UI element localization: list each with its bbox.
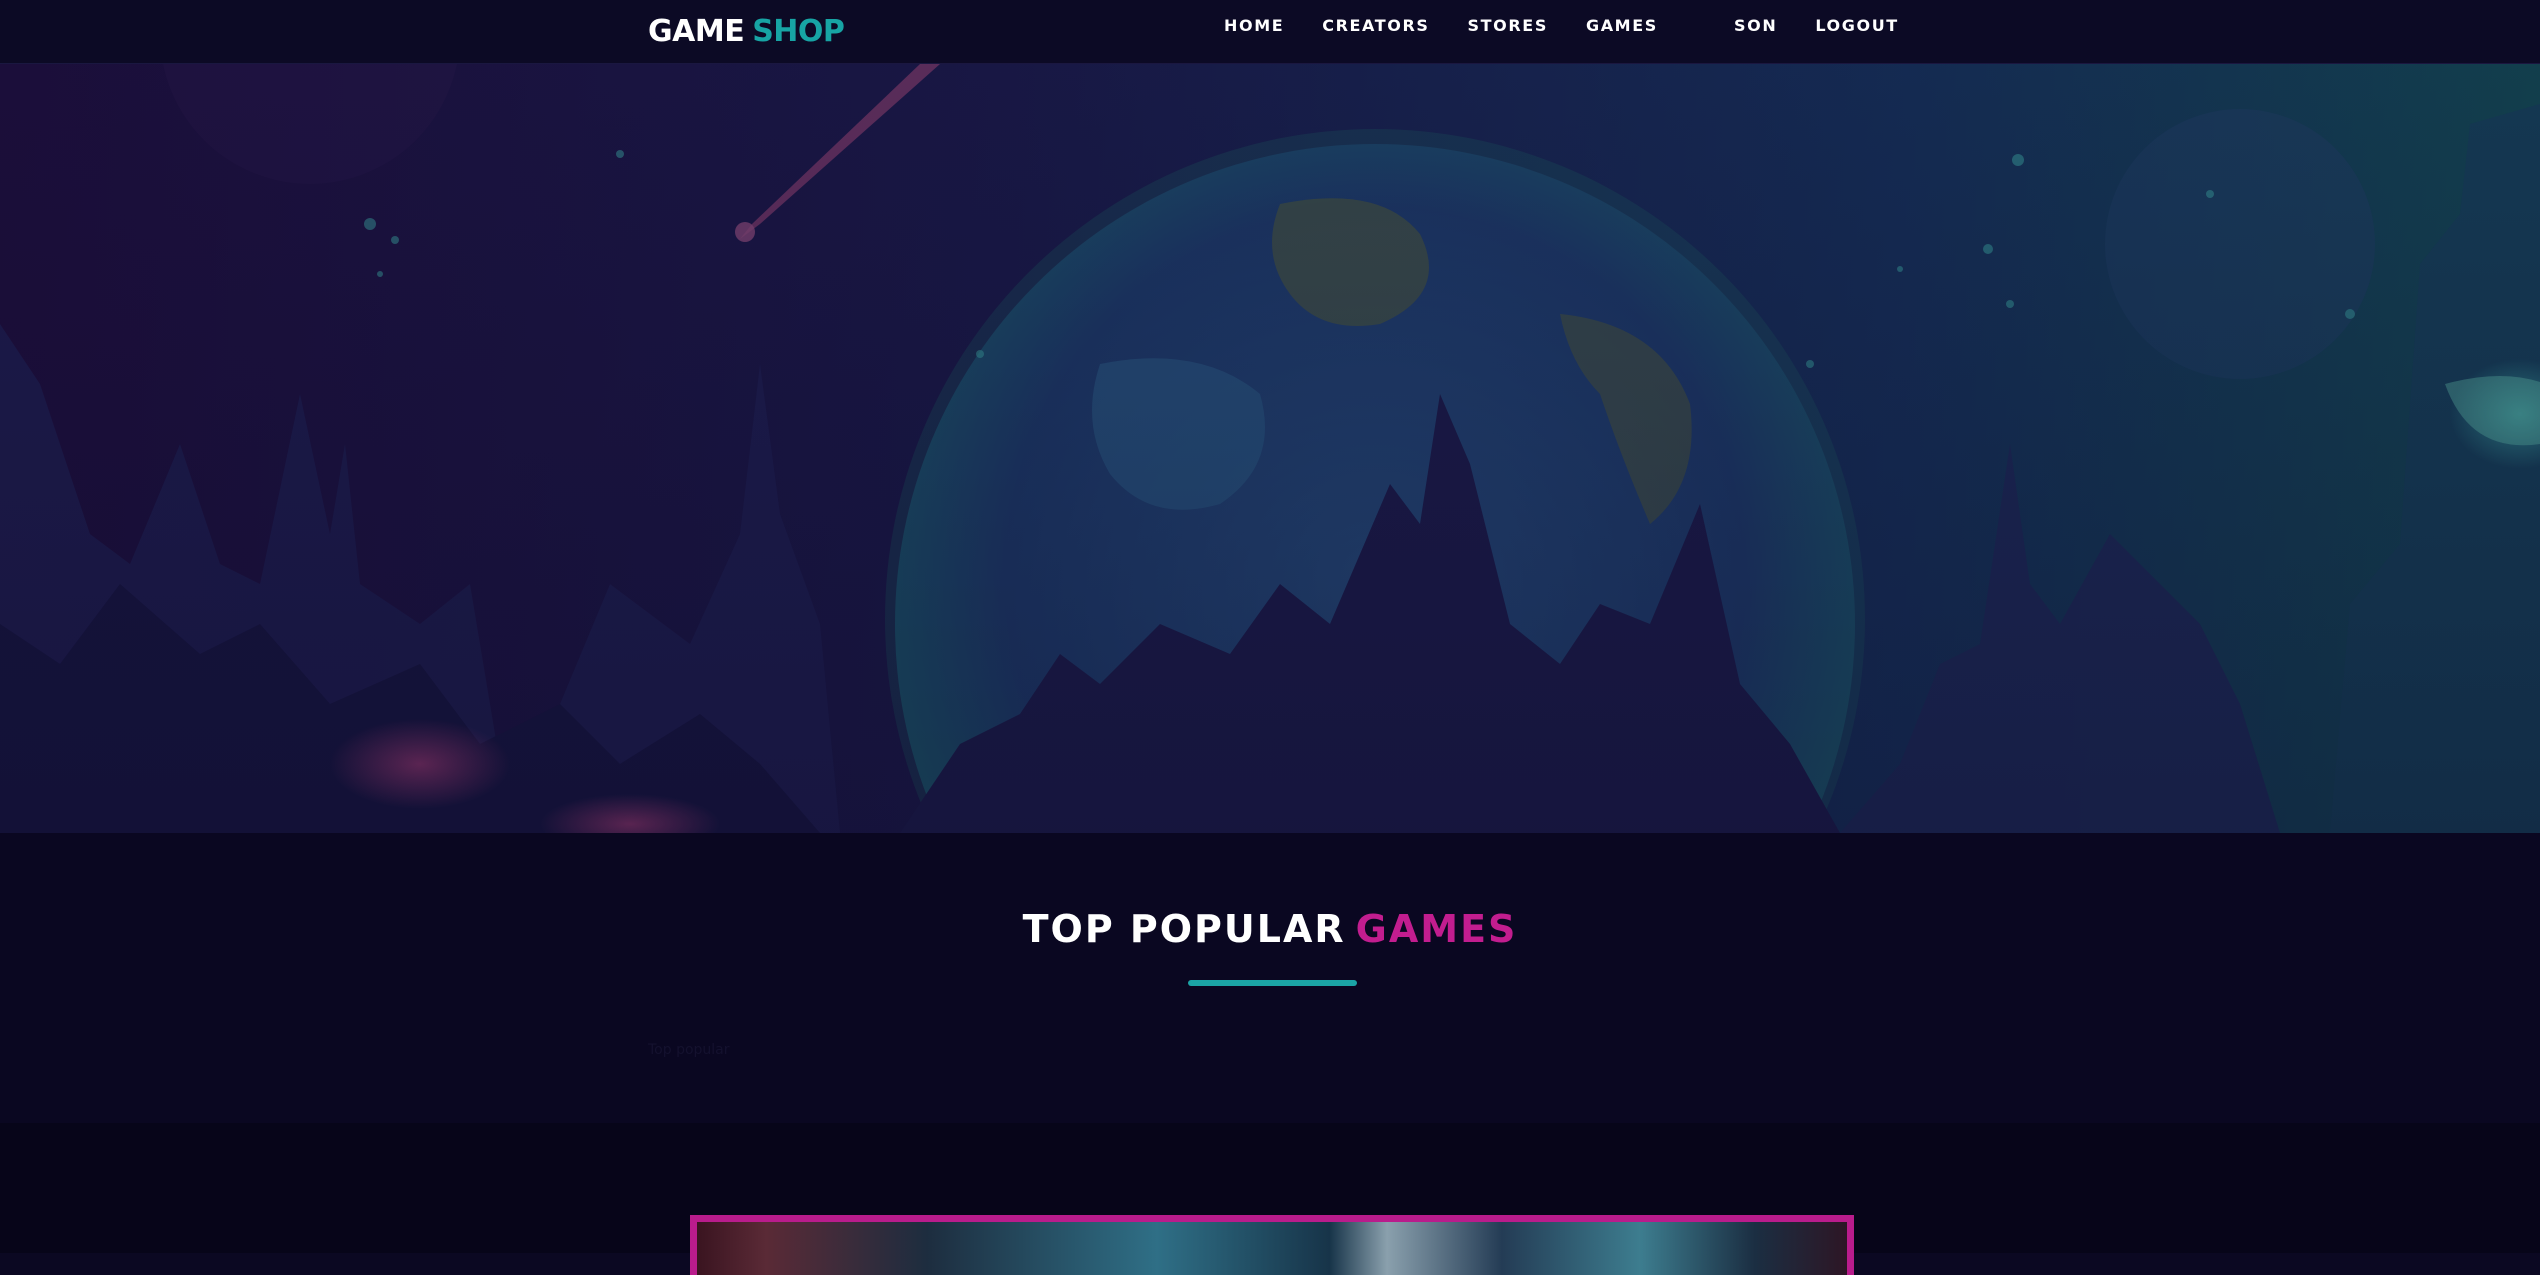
popular-games-section: TOP POPULAR GAMES Top popular: [0, 833, 2540, 1123]
featured-game-area: [0, 1123, 2540, 1275]
hero-overlay: [0, 64, 2540, 833]
navbar: GAME SHOP HOME CREATORS STORES GAMES SON…: [0, 0, 2540, 64]
logo[interactable]: GAME SHOP: [648, 6, 845, 56]
featured-game-card[interactable]: [690, 1215, 1854, 1275]
featured-game-image: [697, 1222, 1847, 1275]
nav-link-games[interactable]: GAMES: [1586, 16, 1658, 35]
hero-illustration: [0, 64, 2540, 833]
main-nav: HOME CREATORS STORES GAMES: [1224, 0, 1696, 50]
nav-link-stores[interactable]: STORES: [1468, 16, 1548, 35]
section-title-main: TOP POPULAR: [1022, 907, 1346, 951]
hero-banner: [0, 64, 2540, 833]
nav-link-user[interactable]: SON: [1734, 16, 1777, 35]
user-nav: SON LOGOUT: [1734, 0, 1937, 50]
nav-link-logout[interactable]: LOGOUT: [1815, 16, 1898, 35]
title-underline: [1188, 980, 1357, 986]
logo-word-shop: SHOP: [752, 13, 845, 49]
section-title-accent: GAMES: [1355, 907, 1518, 951]
nav-link-creators[interactable]: CREATORS: [1322, 16, 1429, 35]
section-title: TOP POPULAR GAMES: [0, 907, 2540, 951]
nav-link-home[interactable]: HOME: [1224, 16, 1284, 35]
logo-word-game: GAME: [648, 13, 745, 49]
faint-label: Top popular: [648, 1042, 730, 1058]
